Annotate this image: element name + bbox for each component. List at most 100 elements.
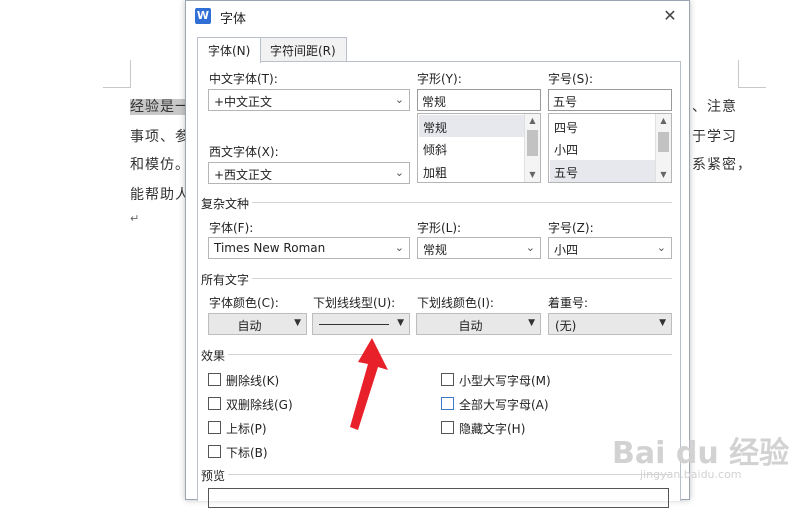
emphasis-mark-dropdown[interactable]: (无) ▼: [548, 313, 672, 335]
doc-line-3-right: 系紧密，: [692, 157, 752, 173]
arrow-shape: [350, 338, 388, 430]
section-complex-script: 复杂文种: [201, 197, 250, 211]
red-annotation-arrow: [350, 338, 388, 430]
list-item[interactable]: 常规: [419, 115, 524, 137]
size-listbox[interactable]: 四号 小四 五号 ▲ ▼: [548, 113, 672, 183]
dialog-titlebar[interactable]: W 字体 ✕: [186, 1, 689, 31]
baidu-watermark-url: jingyan.baidu.com: [640, 468, 742, 481]
style-label: 字形(Y):: [417, 72, 462, 86]
size-scrollbar[interactable]: ▲ ▼: [655, 114, 671, 182]
font-color-value: 自动: [237, 319, 262, 333]
underline-style-dropdown[interactable]: ▼: [312, 313, 410, 335]
size-input[interactable]: 五号: [548, 89, 672, 111]
scroll-thumb[interactable]: [527, 130, 538, 156]
checkbox-label: 小型大写字母(M): [459, 374, 551, 388]
list-item[interactable]: 五号: [550, 160, 655, 182]
list-item[interactable]: 四号: [550, 115, 655, 137]
list-item[interactable]: 倾斜: [419, 137, 524, 159]
close-icon[interactable]: ✕: [659, 5, 681, 27]
scroll-up-icon[interactable]: ▲: [525, 114, 540, 128]
complex-font-label: 字体(F):: [209, 221, 254, 235]
style-scrollbar[interactable]: ▲ ▼: [524, 114, 540, 182]
tab-font[interactable]: 字体(N): [197, 37, 262, 63]
underline-color-label: 下划线颜色(I):: [417, 296, 494, 310]
checkbox-box[interactable]: [208, 397, 221, 410]
western-font-value: +西文正文: [214, 168, 273, 182]
doc-line-1-left: 经验是一: [130, 99, 190, 115]
size-label: 字号(S):: [548, 72, 594, 86]
font-dialog: W 字体 ✕ 字体(N) 字符间距(R) 中文字体(T): +中文正文 ⌄ 西文…: [185, 0, 690, 508]
subscript-checkbox[interactable]: 下标(B): [208, 443, 388, 461]
paragraph-mark: ↵: [130, 212, 140, 225]
style-listbox[interactable]: 常规 倾斜 加粗 ▲ ▼: [417, 113, 541, 183]
complex-style-value: 常规: [423, 243, 448, 257]
font-color-label: 字体颜色(C):: [209, 296, 279, 310]
caret-down-icon: ▼: [397, 318, 404, 328]
style-input[interactable]: 常规: [417, 89, 541, 111]
small-caps-checkbox[interactable]: 小型大写字母(M): [441, 371, 641, 389]
checkbox-box[interactable]: [208, 445, 221, 458]
section-all-text: 所有文字: [201, 273, 250, 287]
doc-line-4-left: 能帮助人: [130, 187, 190, 203]
chinese-font-label: 中文字体(T):: [209, 72, 278, 86]
complex-size-label: 字号(Z):: [548, 221, 594, 235]
chevron-down-icon: ⌄: [394, 93, 404, 106]
underline-color-value: 自动: [458, 319, 483, 333]
font-color-dropdown[interactable]: 自动 ▼: [208, 313, 307, 335]
chevron-down-icon: ⌄: [394, 241, 404, 254]
section-effects: 效果: [201, 349, 226, 363]
underline-line-sample: [319, 324, 389, 325]
checkbox-label: 全部大写字母(A): [459, 398, 549, 412]
checkbox-label: 删除线(K): [226, 374, 280, 388]
section-divider: [252, 278, 672, 279]
section-divider: [228, 354, 672, 355]
list-item[interactable]: 小四: [550, 137, 655, 159]
checkbox-box[interactable]: [441, 397, 454, 410]
complex-style-combo[interactable]: 常规 ⌄: [417, 237, 541, 259]
emphasis-mark-value: (无): [555, 319, 577, 333]
caret-down-icon: ▼: [294, 318, 301, 328]
complex-style-label: 字形(L):: [417, 221, 462, 235]
page-corner-marker-right: [738, 60, 766, 88]
dialog-title: 字体: [220, 12, 247, 27]
western-font-combo[interactable]: +西文正文 ⌄: [208, 162, 410, 184]
chinese-font-value: +中文正文: [214, 95, 273, 109]
chinese-font-combo[interactable]: +中文正文 ⌄: [208, 89, 410, 111]
chevron-down-icon: ⌄: [394, 166, 404, 179]
hidden-text-checkbox[interactable]: 隐藏文字(H): [441, 419, 641, 437]
doc-line-2-right: 于学习: [692, 129, 737, 145]
complex-font-value: Times New Roman: [214, 241, 326, 255]
caret-down-icon: ▼: [659, 318, 666, 328]
checkbox-label: 隐藏文字(H): [459, 422, 526, 436]
list-item[interactable]: 加粗: [419, 160, 524, 182]
scroll-up-icon[interactable]: ▲: [656, 114, 671, 128]
checkbox-box[interactable]: [208, 373, 221, 386]
underline-color-dropdown[interactable]: 自动 ▼: [416, 313, 541, 335]
complex-size-combo[interactable]: 小四 ⌄: [548, 237, 672, 259]
all-caps-checkbox[interactable]: 全部大写字母(A): [441, 395, 641, 413]
checkbox-box[interactable]: [441, 373, 454, 386]
tab-character-spacing[interactable]: 字符间距(R): [259, 37, 347, 61]
complex-size-value: 小四: [554, 243, 579, 257]
size-input-value: 五号: [553, 95, 578, 109]
chevron-down-icon: ⌄: [656, 241, 666, 254]
preview-box: [208, 488, 669, 508]
doc-line-2-left: 事项、参: [130, 129, 190, 145]
checkbox-label: 双删除线(G): [226, 398, 293, 412]
doc-line-1-right: 、注意: [692, 99, 737, 115]
section-divider: [252, 202, 672, 203]
wps-writer-icon: W: [195, 8, 211, 24]
emphasis-mark-label: 着重号:: [548, 296, 589, 310]
doc-line-3-left: 和模仿。: [130, 157, 190, 173]
scroll-down-icon[interactable]: ▼: [656, 168, 671, 182]
complex-font-combo[interactable]: Times New Roman ⌄: [208, 237, 410, 259]
section-divider: [228, 474, 672, 475]
scroll-down-icon[interactable]: ▼: [525, 168, 540, 182]
section-preview: 预览: [201, 469, 226, 483]
chevron-down-icon: ⌄: [525, 241, 535, 254]
checkbox-box[interactable]: [208, 421, 221, 434]
style-input-value: 常规: [422, 95, 447, 109]
scroll-thumb[interactable]: [658, 132, 669, 152]
page-corner-marker-left: [103, 60, 131, 88]
checkbox-box[interactable]: [441, 421, 454, 434]
